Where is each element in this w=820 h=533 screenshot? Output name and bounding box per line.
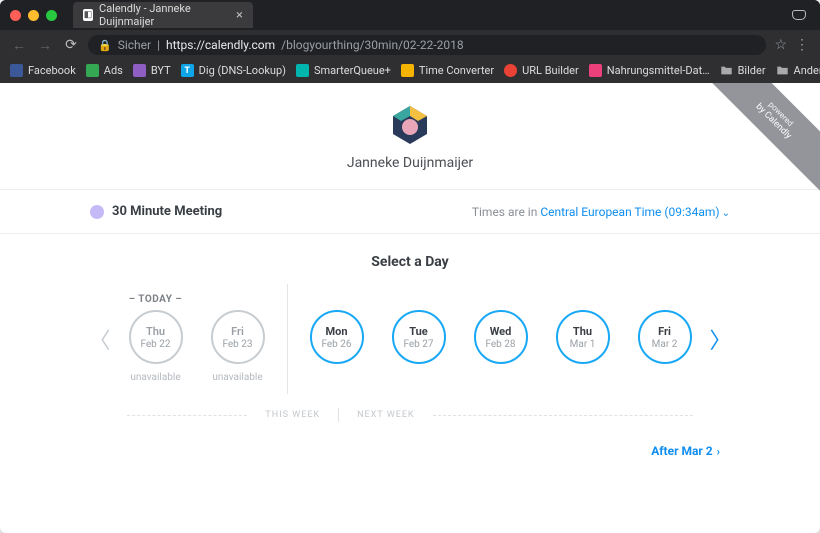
browser-tab[interactable]: ◧ Calendly - Janneke Duijnmaijer × <box>73 2 253 28</box>
after-link-row: After Mar 2› <box>0 422 820 459</box>
day-circle[interactable]: Wed Feb 28 <box>474 310 528 364</box>
browser-chrome: ◧ Calendly - Janneke Duijnmaijer × ← → ⟳… <box>0 0 820 83</box>
incognito-icon <box>792 10 806 20</box>
dig-icon: T <box>181 64 194 77</box>
day-circle: Thu Feb 22 <box>129 310 183 364</box>
tab-close-icon[interactable]: × <box>236 9 243 22</box>
tab-title: Calendly - Janneke Duijnmaijer <box>99 2 224 28</box>
favicon-icon: ◧ <box>83 9 93 21</box>
day-circle[interactable]: Fri Mar 2 <box>638 310 692 364</box>
page-content: poweredby Calendly Janneke Duijnmaijer 3… <box>0 83 820 526</box>
folder-icon <box>720 64 733 77</box>
prev-week-button[interactable]: 〈 <box>82 323 116 355</box>
meeting-info-row: 30 Minute Meeting Times are in Central E… <box>0 190 820 234</box>
tz-prefix: Times are in <box>472 205 540 219</box>
day-mar-1: Thu Mar 1 <box>552 294 614 384</box>
bookmark-facebook[interactable]: Facebook <box>10 64 76 77</box>
this-week-group: – TODAY – Thu Feb 22 unavailable Fri Feb… <box>125 294 269 384</box>
after-date-link[interactable]: After Mar 2› <box>651 444 720 458</box>
meeting-left: 30 Minute Meeting <box>90 204 222 219</box>
tab-bar: ◧ Calendly - Janneke Duijnmaijer × <box>0 0 820 30</box>
window-controls <box>8 10 63 21</box>
profile-name: Janneke Duijnmaijer <box>0 155 820 171</box>
bookmark-byt[interactable]: BYT <box>133 64 171 77</box>
day-circle[interactable]: Thu Mar 1 <box>556 310 610 364</box>
byt-icon <box>133 64 146 77</box>
smarterqueue-icon <box>296 64 309 77</box>
chevron-right-icon: › <box>717 445 720 458</box>
meeting-color-dot <box>90 205 104 219</box>
reload-button[interactable]: ⟳ <box>62 37 80 53</box>
day-circle[interactable]: Tue Feb 27 <box>392 310 446 364</box>
bookmarks-bar: Facebook Ads BYT TDig (DNS-Lookup) Smart… <box>0 60 820 83</box>
bookmark-url-builder[interactable]: URL Builder <box>504 64 579 77</box>
forward-button[interactable]: → <box>36 37 54 54</box>
minimize-window-icon[interactable] <box>28 10 39 21</box>
day-feb-22: – TODAY – Thu Feb 22 unavailable <box>125 294 187 384</box>
next-week-button[interactable]: 〉 <box>704 323 738 355</box>
day-circle: Fri Feb 23 <box>211 310 265 364</box>
window-side-controls <box>792 10 812 20</box>
next-week-label: NEXT WEEK <box>339 410 432 420</box>
day-feb-26: Mon Feb 26 <box>306 294 368 384</box>
timezone-area: Times are in Central European Time (09:3… <box>472 205 730 219</box>
meeting-name: 30 Minute Meeting <box>112 204 222 219</box>
other-bookmarks[interactable]: Andere Lesezeichen <box>776 64 820 77</box>
day-picker: 〈 – TODAY – Thu Feb 22 unavailable Fri F… <box>0 276 820 394</box>
bookmark-bilder[interactable]: Bilder <box>720 64 766 77</box>
bookmark-star-icon[interactable]: ☆ <box>774 37 787 53</box>
close-window-icon[interactable] <box>10 10 21 21</box>
bookmark-nahrungsmittel[interactable]: Nahrungsmittel-Dat… <box>589 64 710 77</box>
timezone-link[interactable]: Central European Time (09:34am)⌄ <box>540 205 730 219</box>
week-labels-row: THIS WEEK NEXT WEEK <box>0 408 820 422</box>
day-feb-28: Wed Feb 28 <box>470 294 532 384</box>
profile-header: Janneke Duijnmaijer <box>0 83 820 190</box>
day-feb-27: Tue Feb 27 <box>388 294 450 384</box>
day-status: unavailable <box>212 372 262 384</box>
bookmark-ads[interactable]: Ads <box>86 64 123 77</box>
chevron-down-icon: ⌄ <box>722 208 730 219</box>
day-feb-23: Fri Feb 23 unavailable <box>207 294 269 384</box>
bookmark-smarterqueue[interactable]: SmarterQueue+ <box>296 64 391 77</box>
back-button[interactable]: ← <box>10 37 28 54</box>
url-path: /blogyourthing/30min/02-22-2018 <box>281 38 463 52</box>
browser-window: ◧ Calendly - Janneke Duijnmaijer × ← → ⟳… <box>0 0 820 533</box>
profile-logo <box>388 103 432 147</box>
bookmark-time-converter[interactable]: Time Converter <box>401 64 494 77</box>
select-day-title: Select a Day <box>0 234 820 276</box>
next-week-group: Mon Feb 26 Tue Feb 27 Wed <box>306 294 696 384</box>
address-bar[interactable]: 🔒 Sicher | https://calendly.com/blogyour… <box>88 35 766 55</box>
day-status: unavailable <box>130 372 180 384</box>
ads-icon <box>86 64 99 77</box>
lock-icon: 🔒 <box>98 39 112 52</box>
day-mar-2: Fri Mar 2 <box>634 294 696 384</box>
menu-kebab-icon[interactable]: ⋮ <box>795 37 810 53</box>
maximize-window-icon[interactable] <box>46 10 57 21</box>
folder-icon <box>776 64 789 77</box>
week-divider <box>287 284 288 394</box>
this-week-label: THIS WEEK <box>247 410 338 420</box>
day-circle[interactable]: Mon Feb 26 <box>310 310 364 364</box>
nahrungsmittel-icon <box>589 64 602 77</box>
url-builder-icon <box>504 64 517 77</box>
bookmark-dig[interactable]: TDig (DNS-Lookup) <box>181 64 286 77</box>
secure-label: Sicher <box>118 38 151 52</box>
url-host: https://calendly.com <box>166 38 275 52</box>
address-bar-row: ← → ⟳ 🔒 Sicher | https://calendly.com/bl… <box>0 30 820 60</box>
today-label: – TODAY – <box>129 294 182 306</box>
time-converter-icon <box>401 64 414 77</box>
facebook-icon <box>10 64 23 77</box>
